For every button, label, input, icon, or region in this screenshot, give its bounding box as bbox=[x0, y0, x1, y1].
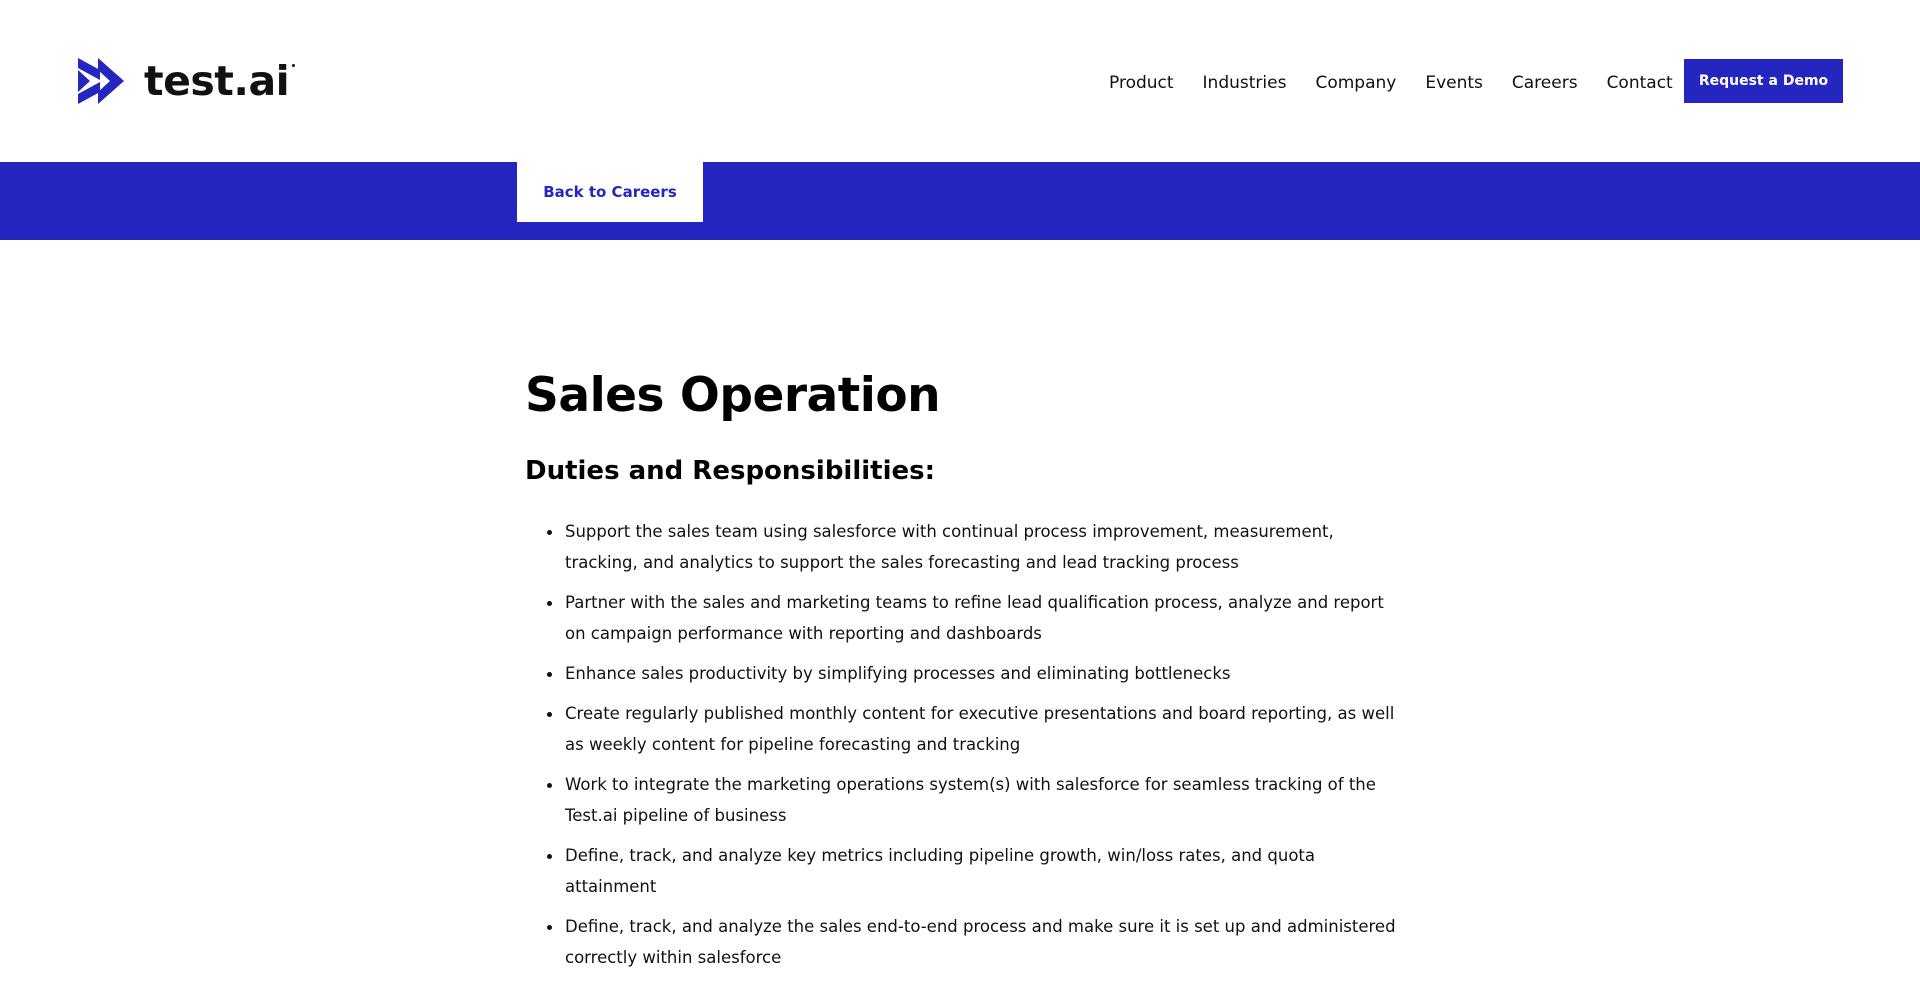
list-item: Partner with the sales and marketing tea… bbox=[525, 587, 1405, 649]
page-title: Sales Operation bbox=[525, 368, 941, 423]
bullet-icon bbox=[547, 925, 552, 930]
back-to-careers-button[interactable]: Back to Careers bbox=[517, 162, 703, 222]
duty-text: Define, track, and analyze key metrics i… bbox=[565, 846, 1316, 896]
bullet-icon bbox=[547, 712, 552, 717]
duty-text: Support the sales team using salesforce … bbox=[565, 522, 1334, 572]
site-header: test.ai Product Industries Company Event… bbox=[0, 0, 1920, 162]
list-item: Create regularly published monthly conte… bbox=[525, 698, 1405, 760]
duty-text: Create regularly published monthly conte… bbox=[565, 704, 1395, 754]
duty-text: Partner with the sales and marketing tea… bbox=[565, 593, 1384, 643]
main-nav: Product Industries Company Events Career… bbox=[1109, 72, 1673, 94]
logo-wordmark: test.ai bbox=[144, 58, 296, 104]
list-item: Enhance sales productivity by simplifyin… bbox=[525, 658, 1405, 689]
section-heading: Duties and Responsibilities: bbox=[525, 456, 936, 486]
duties-list: Support the sales team using salesforce … bbox=[525, 516, 1405, 973]
list-item: Work to integrate the marketing operatio… bbox=[525, 769, 1405, 831]
duty-text: Define, track, and analyze the sales end… bbox=[565, 917, 1396, 967]
bullet-icon bbox=[547, 854, 552, 859]
list-item: Define, track, and analyze the sales end… bbox=[525, 911, 1405, 973]
careers-band: Back to Careers bbox=[0, 162, 1920, 240]
testai-logo[interactable]: test.ai bbox=[78, 58, 296, 104]
bullet-icon bbox=[547, 783, 552, 788]
nav-careers[interactable]: Careers bbox=[1512, 72, 1578, 94]
duty-text: Enhance sales productivity by simplifyin… bbox=[565, 664, 1231, 683]
request-demo-button[interactable]: Request a Demo bbox=[1684, 59, 1843, 103]
bullet-icon bbox=[547, 601, 552, 606]
bullet-icon bbox=[547, 672, 552, 677]
nav-company[interactable]: Company bbox=[1315, 72, 1396, 94]
list-item: Define, track, and analyze key metrics i… bbox=[525, 840, 1405, 902]
list-item: Support the sales team using salesforce … bbox=[525, 516, 1405, 578]
nav-events[interactable]: Events bbox=[1425, 72, 1483, 94]
nav-contact[interactable]: Contact bbox=[1607, 72, 1673, 94]
duty-text: Work to integrate the marketing operatio… bbox=[565, 775, 1376, 825]
job-content: Sales Operation Duties and Responsibilit… bbox=[525, 366, 1405, 982]
trademark-dot bbox=[292, 64, 296, 67]
nav-industries[interactable]: Industries bbox=[1203, 72, 1287, 94]
bullet-icon bbox=[547, 530, 552, 535]
double-chevron-right-icon bbox=[78, 58, 124, 104]
nav-product[interactable]: Product bbox=[1109, 72, 1174, 94]
